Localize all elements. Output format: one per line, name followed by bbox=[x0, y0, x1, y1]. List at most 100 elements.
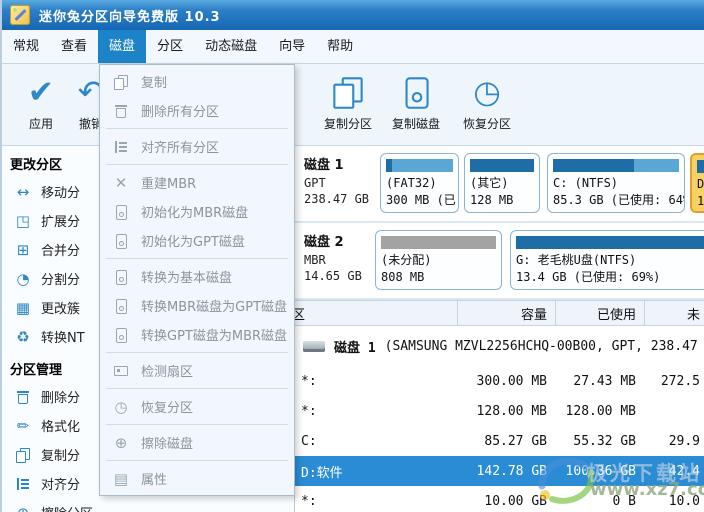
align-icon bbox=[15, 476, 31, 492]
disk-menu-item-initialize-to-gpt-disk[interactable]: 初始化为GPT磁盘 bbox=[100, 226, 294, 255]
cell-partition-name: C: bbox=[301, 433, 317, 449]
menubar-item-wizard[interactable]: 向导 bbox=[268, 30, 316, 63]
disk-label: 磁盘 2 MBR 14.65 GB bbox=[304, 231, 362, 284]
recover-icon bbox=[470, 75, 504, 109]
column-used: 已使用 bbox=[555, 301, 644, 325]
trash-icon bbox=[15, 389, 31, 405]
menu-item-label: 擦除磁盘 bbox=[141, 437, 194, 452]
disk-menu-popup: 复制删除所有分区对齐所有分区重建MBR 初始化为MBR磁盘初始化为GPT磁盘转换为… bbox=[99, 64, 295, 496]
disk-menu-item-convert-to-basic-disk[interactable]: 转换为基本磁盘 bbox=[100, 262, 294, 291]
menu-item-label: 删除所有分区 bbox=[141, 105, 220, 120]
title-bar: 迷你兔分区向导免费版 10.3 bbox=[2, 0, 704, 30]
table-header: 分区 容量 已使用 未 bbox=[279, 300, 704, 326]
cell-capacity: 85.27 GB bbox=[484, 433, 547, 449]
app-logo-icon bbox=[10, 5, 30, 25]
menu-separator bbox=[106, 460, 288, 461]
menu-separator bbox=[106, 424, 288, 425]
disk-menu-item-partition-recovery[interactable]: 恢复分区 bbox=[100, 392, 294, 421]
disk-menu-item-align-all-partitions[interactable]: 对齐所有分区 bbox=[100, 132, 294, 161]
disk-name: 磁盘 2 bbox=[304, 235, 344, 250]
wipe-icon bbox=[113, 435, 129, 451]
menu-item-label: 初始化为GPT磁盘 bbox=[141, 235, 245, 250]
disk-name: 磁盘 1 bbox=[304, 158, 344, 173]
cell-used: 27.43 MB bbox=[573, 373, 636, 389]
copy-partition-button[interactable]: 复制分区 bbox=[317, 70, 379, 132]
menu-separator bbox=[106, 388, 288, 389]
menubar-item-view[interactable]: 查看 bbox=[50, 30, 98, 63]
convert-icon bbox=[15, 329, 31, 345]
partition-label: D: bbox=[697, 177, 704, 191]
table-partition-row[interactable]: C: 85.27 GB 55.32 GB 29.9 bbox=[295, 426, 704, 456]
recover-icon bbox=[456, 70, 518, 114]
sidebar-item-label: 对齐分 bbox=[41, 478, 81, 493]
sidebar-item-label: 移动分 bbox=[41, 186, 81, 201]
sidebar-item-label: 合并分 bbox=[41, 244, 81, 259]
menu-item-label: 转换为基本磁盘 bbox=[141, 271, 233, 286]
usage-bar-used bbox=[697, 160, 704, 173]
disk-menu-item-surface-test[interactable]: 检测扇区 bbox=[100, 356, 294, 385]
partition-other[interactable]: (其它) 128 MB bbox=[464, 153, 540, 213]
menu-separator bbox=[106, 258, 288, 259]
table-partition-row[interactable]: *: 10.00 GB 0 B 10.0 bbox=[295, 486, 704, 512]
usage-bar bbox=[386, 159, 453, 172]
menubar-item-dynamic-disk[interactable]: 动态磁盘 bbox=[194, 30, 268, 63]
usage-bar-used bbox=[516, 236, 704, 249]
properties-icon bbox=[113, 471, 129, 487]
cluster-icon bbox=[15, 300, 31, 316]
recover-partition-button[interactable]: 恢复分区 bbox=[456, 70, 518, 132]
disk-menu-item-rebuild-mbr[interactable]: 重建MBR bbox=[100, 168, 294, 197]
disk-menu-item-copy[interactable]: 复制 bbox=[100, 67, 294, 96]
usage-bar bbox=[553, 159, 679, 172]
tools-icon bbox=[113, 175, 129, 191]
sidebar-item-label: 格式化 bbox=[41, 420, 81, 435]
partition-label: (未分配) bbox=[381, 253, 432, 267]
cell-used: 55.32 GB bbox=[573, 433, 636, 449]
partition-c[interactable]: C: (NTFS) 85.3 GB (已使用: 64% bbox=[547, 153, 685, 213]
menubar-item-general[interactable]: 常规 bbox=[2, 30, 50, 63]
usage-bar bbox=[381, 236, 496, 249]
partition-table: 磁盘 1 (SAMSUNG MZVL2256HCHQ-00B00, GPT, 2… bbox=[295, 326, 704, 512]
wipe-icon bbox=[15, 505, 31, 512]
usage-bar-used bbox=[553, 159, 634, 172]
menubar-item-help[interactable]: 帮助 bbox=[316, 30, 364, 63]
hard-disk-icon bbox=[303, 340, 325, 352]
copy-icon bbox=[113, 74, 129, 90]
menubar-item-partition[interactable]: 分区 bbox=[146, 30, 194, 63]
disk-menu-item-delete-all-partitions[interactable]: 删除所有分区 bbox=[100, 96, 294, 125]
partition-unallocated[interactable]: (未分配) 808 MB bbox=[375, 230, 502, 290]
menubar-item-disk[interactable]: 磁盘 bbox=[98, 30, 147, 63]
disk-map-row: 磁盘 1 GPT 238.47 GB (FAT32) 300 MB (已 (其它) 128 … bbox=[295, 146, 704, 223]
table-partition-row[interactable]: *: 300.00 MB 27.43 MB 272.5 bbox=[295, 366, 704, 396]
disk-menu-item-convert-mbr-to-gpt[interactable]: 转换MBR磁盘为GPT磁盘 bbox=[100, 291, 294, 320]
cell-used: 128.00 MB bbox=[565, 403, 636, 419]
cell-capacity: 10.00 GB bbox=[484, 493, 547, 509]
table-disk-row[interactable]: 磁盘 1 (SAMSUNG MZVL2256HCHQ-00B00, GPT, 2… bbox=[295, 326, 704, 366]
partition-g[interactable]: G: 老毛桃U盘(NTFS) 13.4 GB (已使用: 69%) bbox=[510, 230, 704, 290]
disk-map-row: 磁盘 2 MBR 14.65 GB (未分配) 808 MB G: 老毛桃U盘(NTFS)… bbox=[295, 223, 704, 300]
disk-menu-item-convert-gpt-to-mbr[interactable]: 转换GPT磁盘为MBR磁盘 bbox=[100, 320, 294, 349]
trash-icon bbox=[113, 103, 129, 119]
disk-menu-item-properties[interactable]: 属性 bbox=[100, 464, 294, 493]
copy-disk-button[interactable]: 复制磁盘 bbox=[385, 70, 447, 132]
sidebar-item-wipe-partition[interactable]: 擦除分区 bbox=[2, 498, 294, 512]
recover-partition-label: 恢复分区 bbox=[462, 117, 511, 131]
partition-wizard-window: 迷你兔分区向导免费版 10.3 常规查看磁盘分区动态磁盘向导帮助 应用 撤销 D… bbox=[0, 0, 704, 512]
menu-item-label: 转换MBR磁盘为GPT磁盘 bbox=[141, 300, 288, 315]
menu-item-label: 对齐所有分区 bbox=[141, 141, 220, 156]
partition-fat32[interactable]: (FAT32) 300 MB (已 bbox=[380, 153, 459, 213]
usage-bar-used bbox=[386, 159, 393, 172]
menu-bar: 常规 查看 磁盘 分区 动态磁盘 向导 帮助 bbox=[2, 30, 704, 64]
partition-d[interactable]: D: 14 bbox=[690, 153, 704, 213]
partition-label: G: 老毛桃U盘(NTFS) bbox=[516, 253, 637, 267]
disk-menu-item-wipe-disk[interactable]: 擦除磁盘 bbox=[100, 428, 294, 457]
disk-map: 磁盘 1 GPT 238.47 GB (FAT32) 300 MB (已 (其它) 128 … bbox=[295, 146, 704, 300]
disk-menu-item-initialize-to-mbr-disk[interactable]: 初始化为MBR磁盘 bbox=[100, 197, 294, 226]
table-partition-row[interactable]: *: 128.00 MB 128.00 MB bbox=[295, 396, 704, 426]
column-capacity: 容量 bbox=[457, 301, 555, 325]
disk-size: 238.47 GB bbox=[304, 192, 370, 206]
usage-bar-used bbox=[470, 159, 534, 172]
copy-icon bbox=[15, 447, 31, 463]
menu-separator bbox=[106, 164, 288, 165]
usage-bar bbox=[516, 236, 704, 249]
table-partition-row[interactable]: D:软件 142.78 GB 100.36 GB 42.4 bbox=[295, 456, 704, 486]
